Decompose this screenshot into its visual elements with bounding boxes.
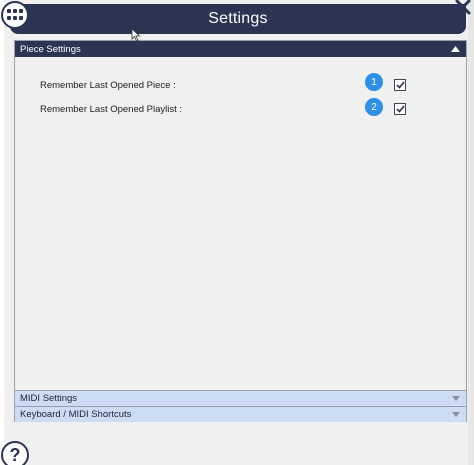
title-bar: Settings — [10, 4, 466, 34]
step-badge: 1 — [365, 73, 383, 91]
chevron-up-icon — [451, 46, 460, 52]
check-icon — [395, 81, 405, 89]
section-label: Piece Settings — [20, 43, 81, 55]
chevron-down-icon — [452, 412, 460, 417]
section-body-piece-settings: Remember Last Opened Piece : 1 Remember … — [15, 57, 466, 390]
close-icon — [455, 0, 471, 15]
settings-dialog: Settings Piece Settings Remember Last Op… — [4, 0, 468, 465]
remember-piece-checkbox[interactable] — [394, 79, 406, 91]
chevron-down-icon — [452, 396, 460, 401]
app-menu-button[interactable] — [1, 1, 29, 29]
section-header-shortcuts[interactable]: Keyboard / MIDI Shortcuts — [15, 406, 466, 422]
section-label: Keyboard / MIDI Shortcuts — [20, 409, 132, 420]
section-header-piece-settings[interactable]: Piece Settings — [15, 41, 466, 57]
settings-panel: Piece Settings Remember Last Opened Piec… — [14, 40, 467, 422]
mouse-cursor-icon — [131, 28, 141, 42]
close-button[interactable] — [452, 0, 474, 18]
check-icon — [395, 105, 405, 113]
help-button[interactable]: ? — [1, 441, 29, 465]
scrollbar-track[interactable] — [468, 0, 474, 465]
grid-icon — [7, 9, 23, 20]
section-header-midi-settings[interactable]: MIDI Settings — [15, 390, 466, 406]
section-label: MIDI Settings — [20, 393, 78, 404]
setting-label: Remember Last Opened Piece : — [40, 79, 176, 91]
help-icon: ? — [9, 444, 21, 465]
dialog-title: Settings — [208, 10, 268, 27]
remember-playlist-checkbox[interactable] — [394, 103, 406, 115]
setting-label: Remember Last Opened Playlist : — [40, 103, 183, 115]
step-badge: 2 — [365, 98, 383, 116]
